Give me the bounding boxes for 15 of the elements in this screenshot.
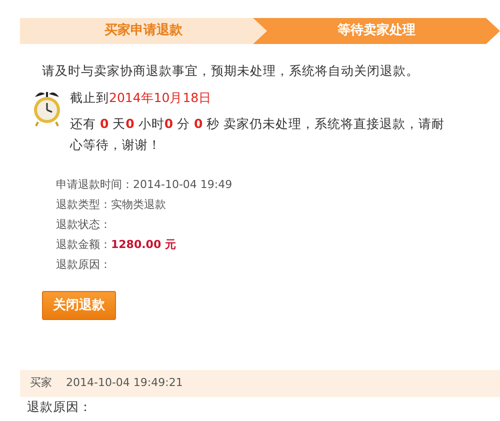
notice-text: 请及时与卖家协商退款事宜，预期未处理，系统将自动关闭退款。 bbox=[42, 62, 420, 80]
deadline-text: 截止到2014年10月18日 bbox=[70, 88, 213, 107]
detail-value: 实物类退款 bbox=[111, 198, 166, 210]
detail-label: 退款原因： bbox=[56, 258, 111, 270]
detail-label: 退款类型： bbox=[56, 198, 111, 210]
countdown-text: 还有 0 天0 小时0 分 0 秒 卖家仍未处理，系统将直接退款，请耐心等待，谢谢！ bbox=[70, 114, 446, 154]
refund-amount: 1280.00 元 bbox=[111, 238, 176, 250]
log-author: 买家 bbox=[30, 375, 52, 392]
detail-label: 退款金额： bbox=[56, 238, 111, 250]
refund-reason-label: 退款原因： bbox=[27, 399, 93, 414]
detail-label: 申请退款时间： bbox=[56, 178, 133, 190]
detail-label: 退款状态： bbox=[56, 218, 111, 230]
log-time: 2014-10-04 19:49:21 bbox=[66, 375, 183, 392]
close-refund-button[interactable]: 关闭退款 bbox=[42, 290, 116, 320]
detail-value: 2014-10-04 19:49 bbox=[133, 178, 232, 190]
